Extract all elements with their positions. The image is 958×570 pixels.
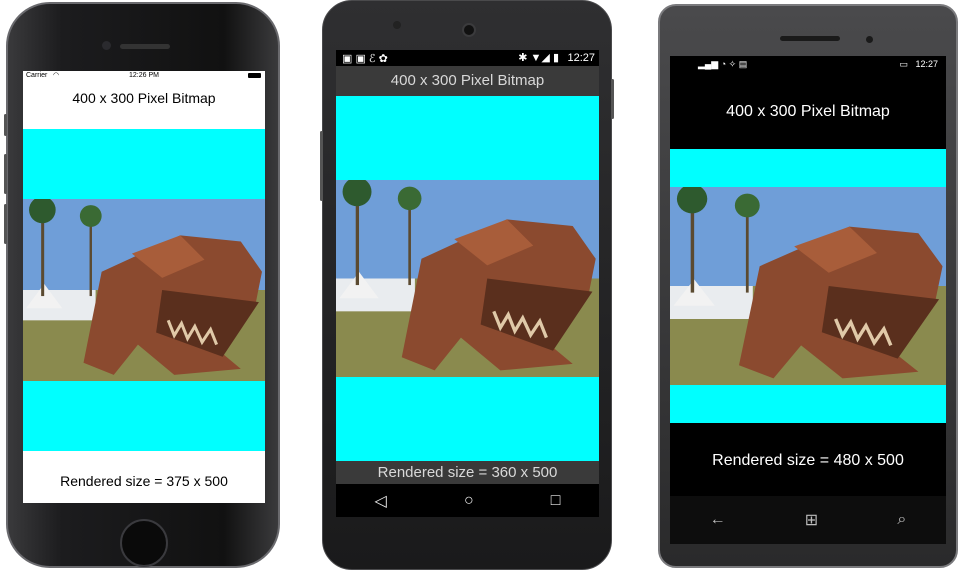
front-camera <box>102 41 111 50</box>
letterbox-bottom <box>670 385 946 423</box>
windows-start-icon[interactable]: ⊞ <box>805 510 818 530</box>
dinosaur-photo <box>23 199 265 381</box>
status-time: 12:27 <box>915 59 938 69</box>
dinosaur-photo <box>670 187 946 385</box>
home-icon[interactable]: ○ <box>464 492 474 510</box>
search-icon[interactable]: ⌕ <box>897 511 906 529</box>
recents-icon[interactable]: □ <box>551 492 561 510</box>
proximity-sensor <box>393 21 401 29</box>
bitmap-title: 400 x 300 Pixel Bitmap <box>336 66 599 96</box>
wp-status-bar: ▂▄▆ ◔ ✧ ▤ ▭ 12:27 <box>670 56 946 72</box>
back-arrow-icon[interactable]: ← <box>710 511 726 529</box>
bitmap-title: 400 x 300 Pixel Bitmap <box>726 103 890 120</box>
letterbox-bottom <box>23 381 265 451</box>
android-status-bar: ▣ ▣ ℰ ✿ ✱ ▼◢ ▮ 12:27 <box>336 50 599 66</box>
android-nav-bar: ◁ ○ □ <box>336 484 599 517</box>
letterbox-top <box>23 129 265 199</box>
signal-icons: ▂▄▆ ◔ ✧ ▤ <box>698 59 748 69</box>
volume-up-button <box>4 154 7 194</box>
mute-switch <box>4 114 7 136</box>
bitmap-title: 400 x 300 Pixel Bitmap <box>72 90 216 106</box>
letterbox-bottom <box>336 377 599 461</box>
ios-status-bar: Carrier ◠ 12:26 PM <box>23 71 265 82</box>
front-camera <box>462 23 476 37</box>
notification-icons: ▣ ▣ ℰ ✿ <box>342 53 388 65</box>
back-icon[interactable]: ◁ <box>375 491 387 511</box>
android-device: ▣ ▣ ℰ ✿ ✱ ▼◢ ▮ 12:27 400 x 300 Pixel Bit… <box>320 0 614 570</box>
windows-phone-device: ▂▄▆ ◔ ✧ ▤ ▭ 12:27 400 x 300 Pixel Bitmap <box>658 4 958 568</box>
letterbox-top <box>670 149 946 187</box>
status-time: 12:27 <box>567 52 595 64</box>
status-time: 12:26 PM <box>129 72 159 79</box>
rendered-size-label: Rendered size = 360 x 500 <box>336 461 599 484</box>
android-screen: ▣ ▣ ℰ ✿ ✱ ▼◢ ▮ 12:27 400 x 300 Pixel Bit… <box>336 50 599 517</box>
letterbox-top <box>336 96 599 180</box>
home-button[interactable] <box>120 519 168 567</box>
earpiece-speaker <box>780 36 840 41</box>
ios-screen: Carrier ◠ 12:26 PM 400 x 300 Pixel Bitma… <box>23 71 265 503</box>
front-camera <box>866 36 873 43</box>
iphone-device: Carrier ◠ 12:26 PM 400 x 300 Pixel Bitma… <box>4 2 280 568</box>
earpiece-speaker <box>120 44 170 49</box>
windows-phone-screen: ▂▄▆ ◔ ✧ ▤ ▭ 12:27 400 x 300 Pixel Bitmap <box>670 56 946 496</box>
rendered-size-label: Rendered size = 480 x 500 <box>712 452 904 469</box>
battery-icon <box>248 73 261 78</box>
rendered-size-label: Rendered size = 375 x 500 <box>60 473 228 489</box>
wp-nav-bar: ← ⊞ ⌕ <box>670 496 946 544</box>
power-button <box>611 79 614 119</box>
volume-rocker <box>320 131 323 201</box>
battery-icon: ▭ <box>899 59 908 69</box>
signal-icons: ✱ ▼◢ ▮ <box>518 52 559 64</box>
volume-down-button <box>4 204 7 244</box>
dinosaur-photo <box>336 180 599 377</box>
